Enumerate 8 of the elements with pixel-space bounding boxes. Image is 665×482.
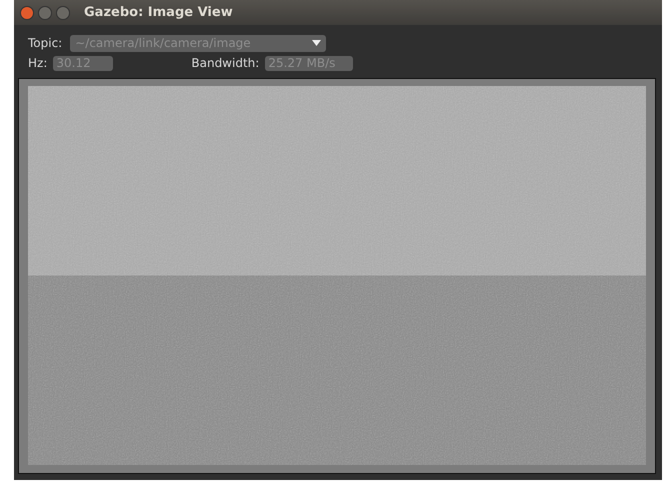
window-title: Gazebo: Image View xyxy=(84,5,233,20)
minimize-button[interactable] xyxy=(38,6,52,20)
caret-icon xyxy=(312,40,322,46)
maximize-button[interactable] xyxy=(56,6,70,20)
stat-label: Bandwidth: xyxy=(191,56,260,70)
stat-label: Hz: xyxy=(28,56,48,70)
topic-label: Topic: xyxy=(28,36,62,50)
close-button[interactable] xyxy=(20,6,34,20)
